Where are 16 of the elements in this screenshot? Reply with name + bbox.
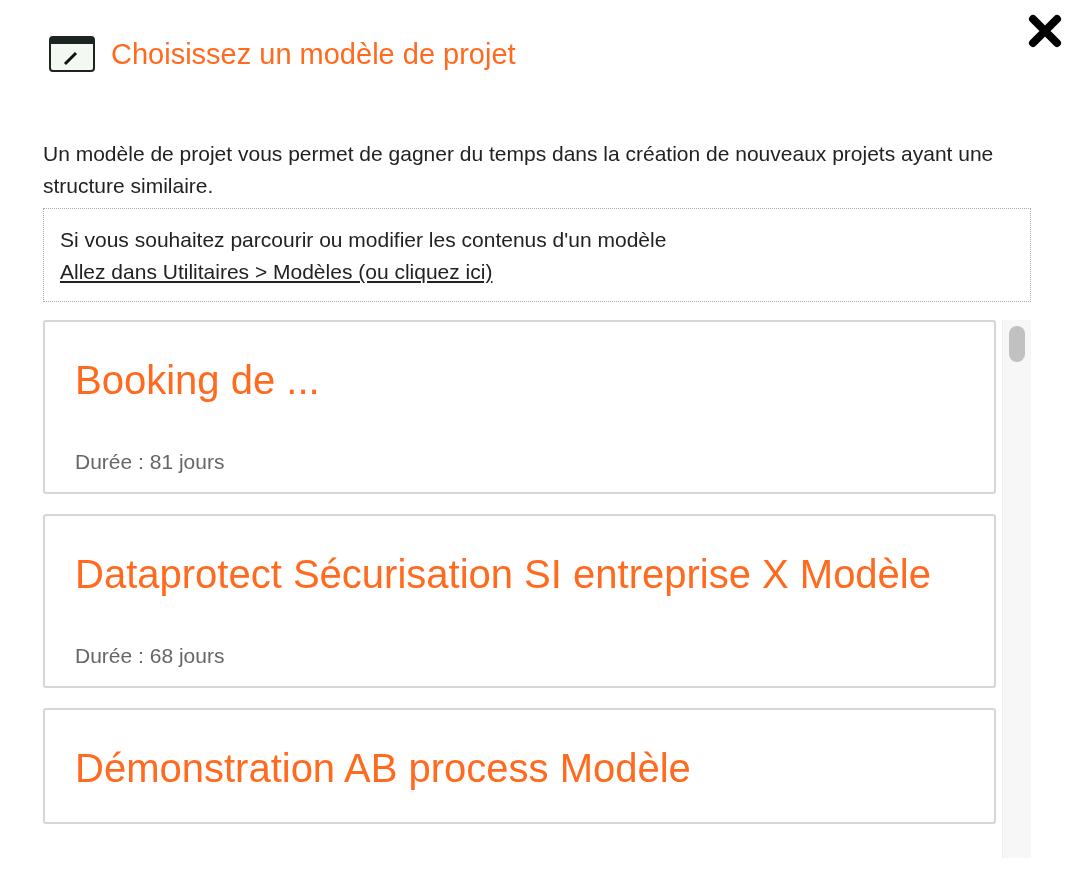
close-icon — [1028, 14, 1062, 48]
template-window-icon — [49, 36, 95, 72]
dialog-title: Choisissez un modèle de projet — [111, 37, 516, 71]
template-duration: Durée : 68 jours — [75, 644, 226, 668]
template-card[interactable]: Dataprotect Sécurisation SI entreprise X Modèle Durée : 68 jours — [43, 514, 996, 688]
template-duration: Durée : 81 jours — [75, 450, 226, 474]
close-button[interactable] — [1028, 14, 1062, 48]
template-name: Dataprotect Sécurisation SI entreprise X Modèle — [75, 551, 932, 598]
template-name: Démonstration AB process Modèle — [75, 745, 692, 792]
info-text: Si vous souhaitez parcourir ou modifier les contenus d'un modèle — [60, 228, 667, 251]
template-card[interactable]: Booking de ... Durée : 81 jours — [43, 320, 996, 494]
template-name: Booking de ... — [75, 357, 321, 404]
scrollbar[interactable] — [1002, 320, 1031, 858]
scrollbar-thumb[interactable] — [1009, 326, 1025, 362]
templates-link[interactable]: Allez dans Utilitaires > Modèles (ou cliquez ici) — [60, 260, 493, 283]
description-text: Un modèle de projet vous permet de gagner du temps dans la création de nouveaux projets ayant une structure similaire. — [43, 141, 995, 199]
